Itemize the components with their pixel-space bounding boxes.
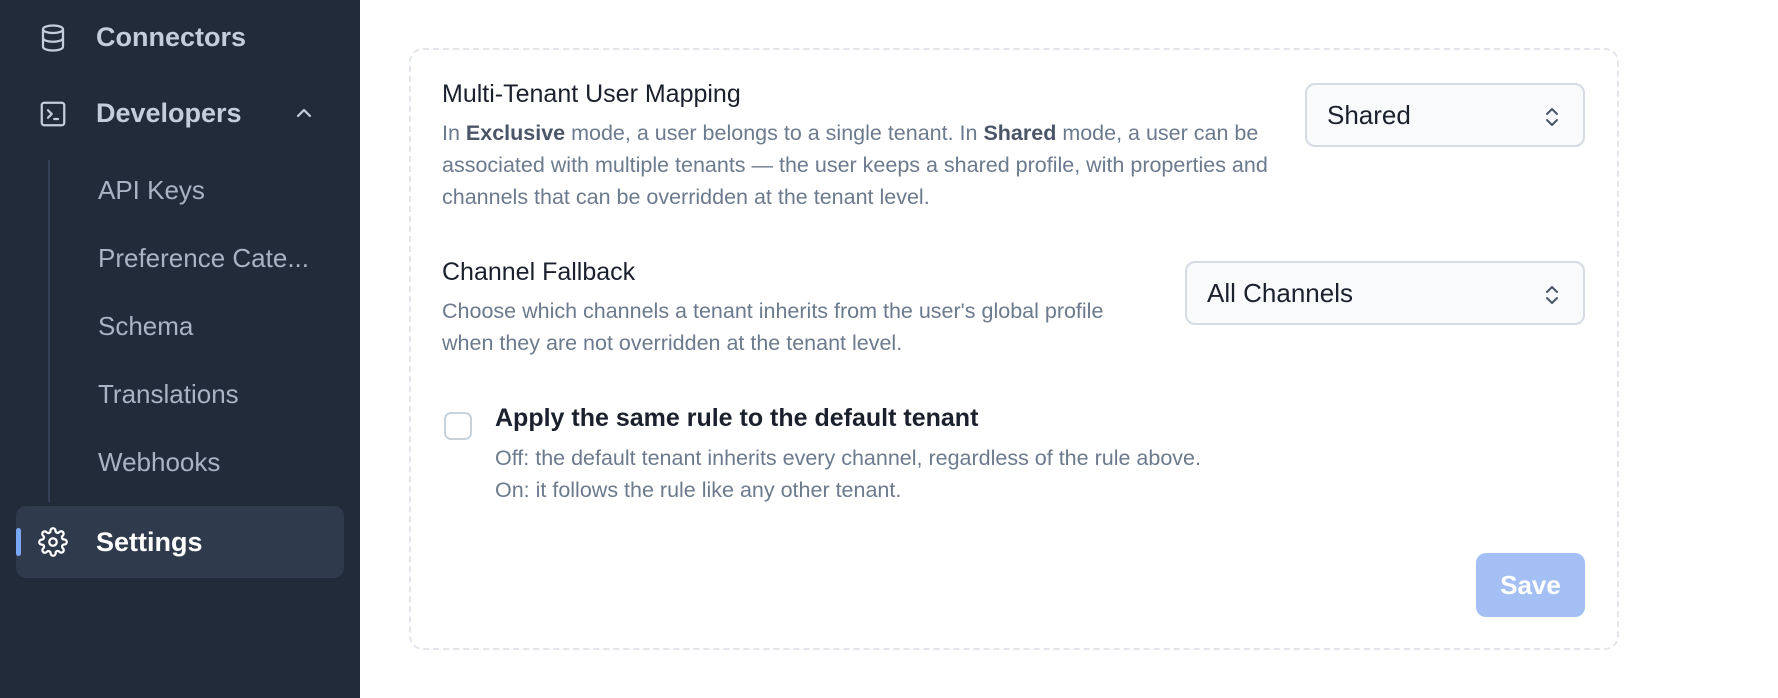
- section-desc-channel-fallback: Choose which channels a tenant inherits …: [442, 299, 1104, 355]
- chevron-up-down-icon: [1546, 108, 1558, 126]
- default-tenant-rule-label[interactable]: Apply the same rule to the default tenan…: [495, 404, 978, 433]
- tenant-settings-card: Multi-Tenant User Mapping In Exclusive m…: [409, 48, 1619, 650]
- user-mapping-select[interactable]: Shared: [1305, 83, 1585, 147]
- section-title-channel-fallback: Channel Fallback: [442, 258, 636, 286]
- sidebar-item-label: Developers: [96, 97, 242, 128]
- apply-default-tenant-checkbox[interactable]: [444, 412, 472, 440]
- sidebar-item-label: Settings: [96, 526, 203, 557]
- terminal-icon: [40, 101, 66, 127]
- shared-term: Shared: [983, 121, 1057, 145]
- sidebar-item-webhooks[interactable]: Webhooks: [98, 447, 348, 478]
- sidebar-item-connectors[interactable]: Connectors: [16, 5, 344, 69]
- submenu-guide-line: [48, 160, 50, 502]
- database-icon: [41, 24, 65, 52]
- sidebar-item-schema[interactable]: Schema: [98, 311, 348, 342]
- select-value: All Channels: [1207, 277, 1353, 308]
- channel-fallback-select[interactable]: All Channels: [1185, 261, 1585, 325]
- section-desc-user-mapping: In Exclusive mode, a user belongs to a s…: [442, 121, 1268, 209]
- default-tenant-rule-desc-off: Off: the default tenant inherits every c…: [495, 446, 1201, 470]
- sidebar-item-api-keys[interactable]: API Keys: [98, 175, 348, 206]
- sidebar-item-settings[interactable]: Settings: [16, 506, 344, 578]
- sidebar-item-developers[interactable]: Developers: [16, 81, 344, 145]
- sidebar-item-translations[interactable]: Translations: [98, 379, 348, 410]
- chevron-up-down-icon: [1546, 286, 1558, 304]
- section-title-user-mapping: Multi-Tenant User Mapping: [442, 80, 741, 108]
- select-value: Shared: [1327, 99, 1411, 130]
- active-indicator: [16, 528, 21, 556]
- gear-icon: [38, 527, 68, 557]
- sidebar-item-preference-categories[interactable]: Preference Cate...: [98, 243, 348, 274]
- save-button[interactable]: Save: [1476, 553, 1585, 617]
- default-tenant-rule-desc-on: On: it follows the rule like any other t…: [495, 478, 902, 502]
- sidebar-item-label: Connectors: [96, 21, 247, 52]
- sidebar: Connectors Developers API Keys Preferenc…: [0, 0, 360, 698]
- exclusive-term: Exclusive: [465, 121, 566, 145]
- chevron-up-icon[interactable]: [292, 101, 316, 125]
